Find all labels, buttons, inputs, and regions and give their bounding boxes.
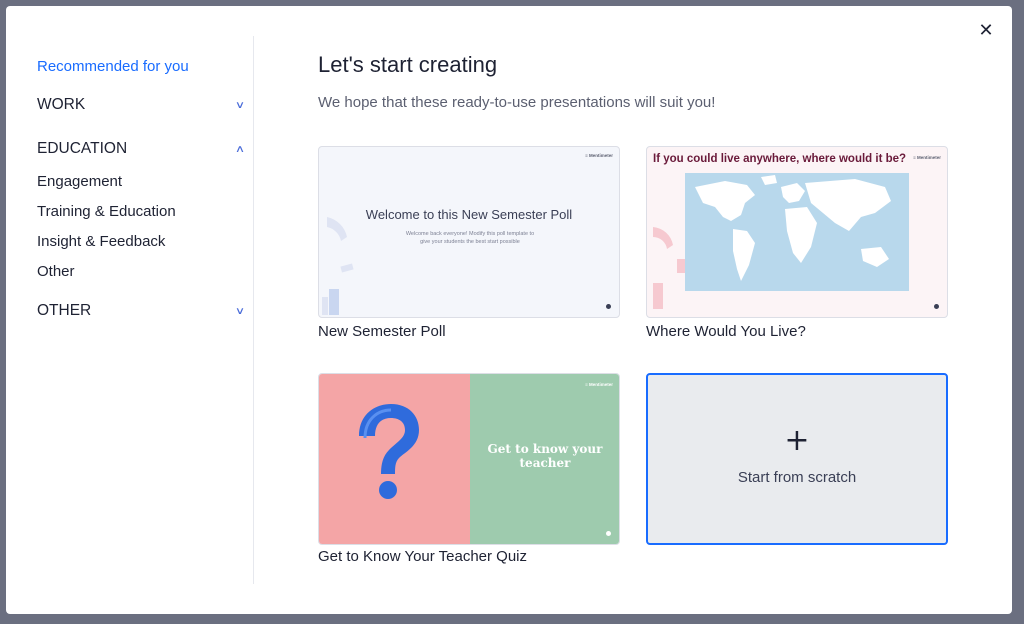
thumb-dot (934, 304, 939, 309)
sidebar: Recommended for you WORK ∨ EDUCATION ∧ E… (6, 6, 254, 614)
thumb-dot (606, 531, 611, 536)
template-card-new-semester-poll[interactable]: ≡ Mentimeter Welcome to this New Semeste… (318, 146, 620, 318)
thumb-description: Welcome back everyone! Modify this poll … (405, 231, 535, 245)
sidebar-section-work[interactable]: WORK ∨ (37, 94, 247, 116)
sidebar-section-other[interactable]: OTHER ∨ (37, 300, 247, 322)
decor-shapes (653, 227, 685, 309)
sidebar-item-insight-feedback[interactable]: Insight & Feedback (37, 233, 165, 250)
page-subtitle: We hope that these ready-to-use presenta… (318, 94, 716, 111)
thumb-left-panel (319, 374, 470, 544)
close-icon[interactable]: ✕ (976, 21, 996, 41)
start-from-scratch-button[interactable]: + Start from scratch (646, 373, 948, 545)
brand-logo: ≡ Mentimeter (585, 382, 613, 387)
sidebar-item-other[interactable]: Other (37, 263, 75, 280)
sidebar-section-label: OTHER (37, 302, 92, 319)
card-label: Get to Know Your Teacher Quiz (318, 548, 528, 565)
page-title: Let's start creating (318, 52, 498, 77)
sidebar-section-label: WORK (37, 96, 86, 113)
card-label: New Semester Poll (318, 323, 446, 340)
card-label: Where Would You Live? (646, 323, 806, 340)
template-modal: ✕ Recommended for you WORK ∨ EDUCATION ∧… (6, 6, 1012, 614)
thumb-title: Welcome to this New Semester Poll (365, 207, 573, 222)
thumb-title: Get to know your teacher (487, 442, 603, 470)
chevron-down-icon: ∨ (234, 305, 246, 317)
question-mark-icon (359, 404, 419, 499)
start-from-scratch-label: Start from scratch (737, 469, 857, 486)
sidebar-item-engagement[interactable]: Engagement (37, 173, 122, 190)
chevron-down-icon: ∨ (234, 99, 246, 111)
sidebar-section-label: EDUCATION (37, 140, 128, 157)
chevron-up-icon: ∧ (234, 143, 246, 155)
sidebar-item-training-education[interactable]: Training & Education (37, 203, 176, 220)
sidebar-item-recommended[interactable]: Recommended for you (37, 58, 189, 75)
sidebar-section-education[interactable]: EDUCATION ∧ (37, 138, 247, 160)
template-card-where-would-you-live[interactable]: If you could live anywhere, where would … (646, 146, 948, 318)
plus-icon: + (784, 423, 810, 458)
sidebar-divider (253, 36, 254, 584)
template-card-teacher-quiz[interactable]: ≡ Mentimeter Get to know your teacher (318, 373, 620, 545)
thumb-dot (606, 304, 611, 309)
